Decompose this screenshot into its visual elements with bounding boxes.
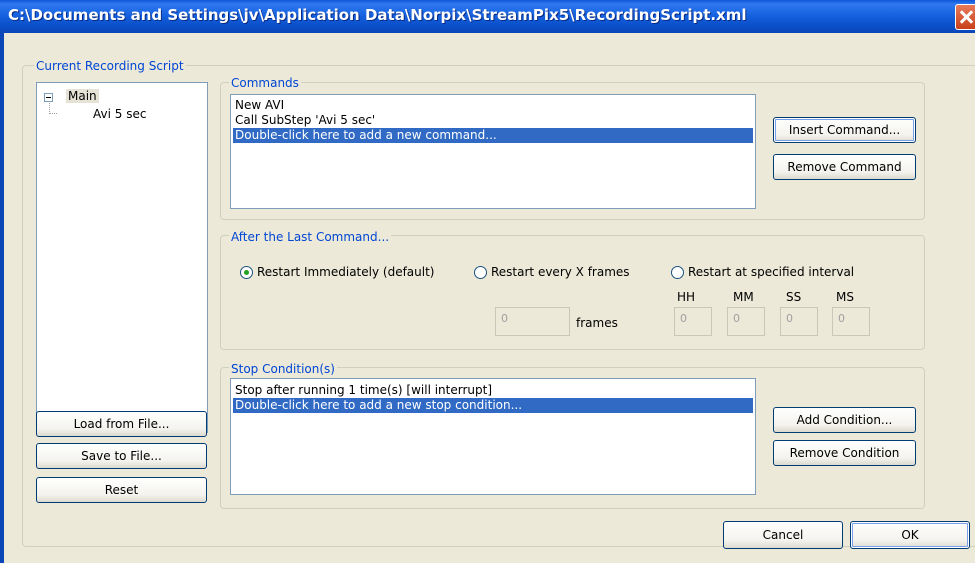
list-item[interactable]: New AVI [233,98,753,113]
time-header-ms: MS [836,290,854,304]
radio-restart-immediately[interactable] [240,266,253,279]
list-item[interactable]: Double-click here to add a new stop cond… [233,398,753,413]
hh-input[interactable]: 0 [674,307,712,336]
tree-connector [49,113,57,115]
radio-restart-every-frames[interactable] [474,266,487,279]
frames-label: frames [576,316,618,330]
current-recording-script-label: Current Recording Script [34,59,186,73]
time-header-mm: MM [733,290,754,304]
after-last-command-group [220,235,925,350]
commands-label: Commands [229,76,301,90]
title-bar[interactable]: C:\Documents and Settings\jv\Application… [0,0,975,33]
script-tree[interactable]: Main Avi 5 sec [36,82,208,433]
list-item[interactable]: Stop after running 1 time(s) [will inter… [233,383,753,398]
stop-conditions-list[interactable]: Stop after running 1 time(s) [will inter… [230,378,756,495]
save-to-file-button[interactable]: Save to File... [36,443,207,469]
remove-condition-button[interactable]: Remove Condition [773,440,916,466]
radio-label[interactable]: Restart at specified interval [688,265,854,279]
insert-command-button[interactable]: Insert Command... [773,117,916,143]
close-icon[interactable] [955,4,975,30]
stop-conditions-label: Stop Condition(s) [229,362,337,376]
list-item[interactable]: Call SubStep 'Avi 5 sec' [233,113,753,128]
time-header-hh: HH [677,290,696,304]
remove-command-button[interactable]: Remove Command [773,154,916,180]
radio-label[interactable]: Restart every X frames [491,265,630,279]
collapse-icon[interactable] [44,93,53,102]
reset-button[interactable]: Reset [36,477,207,503]
add-condition-button[interactable]: Add Condition... [773,407,916,433]
ms-input[interactable]: 0 [832,307,870,336]
mm-input[interactable]: 0 [727,307,765,336]
dialog-client-area: Current Recording Script Main Avi 5 sec … [4,33,975,563]
radio-restart-interval[interactable] [671,266,684,279]
ok-button[interactable]: OK [850,521,970,549]
radio-label[interactable]: Restart Immediately (default) [257,265,434,279]
time-header-ss: SS [786,290,802,304]
commands-list[interactable]: New AVI Call SubStep 'Avi 5 sec' Double-… [230,94,756,209]
dialog-window: C:\Documents and Settings\jv\Application… [0,0,975,563]
ss-input[interactable]: 0 [780,307,818,336]
tree-node-main[interactable]: Main [66,89,99,103]
cancel-button[interactable]: Cancel [723,521,843,549]
frames-input[interactable]: 0 [495,307,570,336]
tree-node-child[interactable]: Avi 5 sec [93,107,146,121]
after-last-command-label: After the Last Command... [229,230,392,244]
load-from-file-button[interactable]: Load from File... [36,411,207,437]
list-item[interactable]: Double-click here to add a new command..… [233,128,753,143]
window-title: C:\Documents and Settings\jv\Application… [8,6,747,24]
